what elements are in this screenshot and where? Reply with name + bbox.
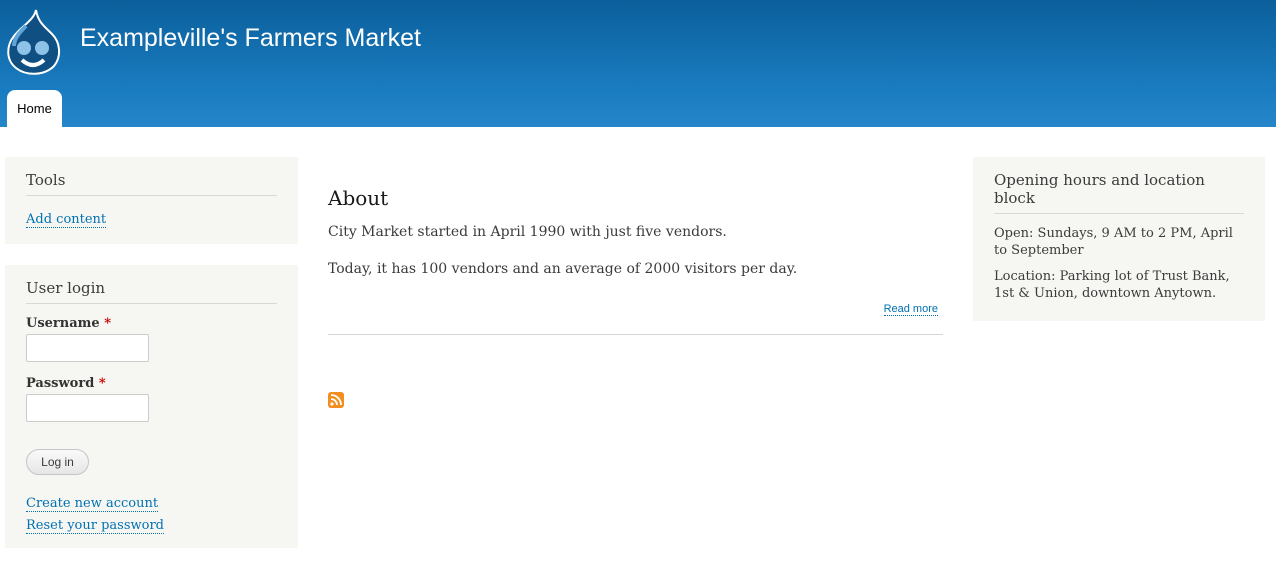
drupal-logo-icon[interactable] [4, 8, 62, 76]
password-label: Password * [26, 376, 106, 391]
username-input[interactable] [26, 334, 149, 362]
location-text: Location: Parking lot of Trust Bank, 1st… [994, 269, 1230, 301]
body-paragraph: Today, it has 100 vendors and an average… [328, 261, 798, 277]
create-account-link[interactable]: Create new account [26, 496, 159, 512]
open-hours-text: Open: Sundays, 9 AM to 2 PM, April to Se… [994, 226, 1233, 258]
user-login-block: User login Username * Password * Log in … [5, 265, 298, 548]
rss-feed-icon[interactable] [328, 392, 344, 408]
user-login-title: User login [26, 279, 277, 304]
body-paragraph: City Market started in April 1990 with j… [328, 224, 727, 240]
password-input[interactable] [26, 394, 149, 422]
main-content: About City Market started in April 1990 … [328, 186, 943, 335]
tools-block: Tools Add content [5, 157, 298, 244]
login-button[interactable]: Log in [26, 449, 89, 475]
tab-home[interactable]: Home [7, 90, 62, 127]
opening-hours-title: Opening hours and location block [994, 171, 1244, 214]
node-title[interactable]: About [328, 186, 943, 210]
add-content-link[interactable]: Add content [26, 212, 107, 228]
required-marker: * [98, 376, 106, 391]
required-marker: * [104, 316, 112, 331]
tools-block-title: Tools [26, 171, 277, 196]
read-more-link[interactable]: Read more [883, 303, 938, 316]
opening-hours-block: Opening hours and location block Open: S… [973, 157, 1265, 321]
content-divider [328, 334, 943, 335]
reset-password-link[interactable]: Reset your password [26, 518, 164, 534]
site-name-link[interactable]: Exampleville's Farmers Market [80, 24, 421, 53]
username-label: Username * [26, 316, 112, 331]
site-header: Exampleville's Farmers Market Home [0, 0, 1276, 127]
